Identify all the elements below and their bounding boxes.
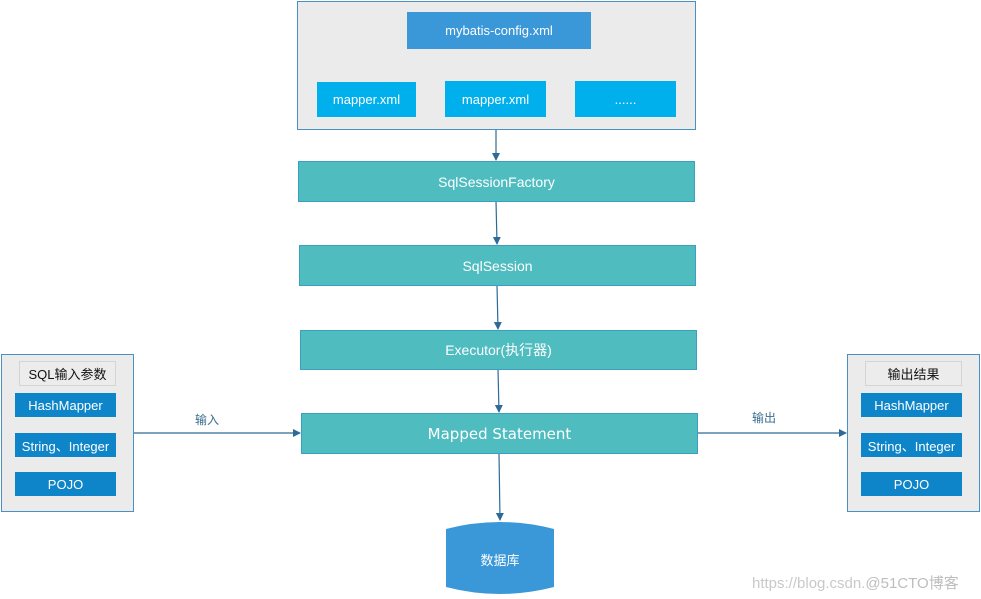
input-type-string-integer[interactable]: String、Integer <box>15 433 116 457</box>
watermark-site: @51CTO博客 <box>865 575 959 592</box>
sqlsessionfactory-box[interactable]: SqlSessionFactory <box>298 161 695 202</box>
sqlsession-box[interactable]: SqlSession <box>299 245 696 286</box>
output-type-string-integer[interactable]: String、Integer <box>861 433 962 457</box>
arrow-factory-to-session <box>492 200 501 245</box>
mapper-box-2[interactable]: mapper.xml <box>445 81 546 117</box>
executor-box[interactable]: Executor(执行器) <box>300 330 697 370</box>
output-title: 输出结果 <box>865 361 962 386</box>
input-type-pojo[interactable]: POJO <box>15 472 116 496</box>
output-arrow-label: 输出 <box>752 411 777 425</box>
mybatis-config-box[interactable]: mybatis-config.xml <box>407 12 591 49</box>
input-arrow-label: 输入 <box>195 413 220 427</box>
input-type-hashmapper[interactable]: HashMapper <box>15 393 116 417</box>
watermark-url: https://blog.csdn. <box>752 575 866 592</box>
output-type-hashmapper[interactable]: HashMapper <box>861 393 962 417</box>
arrow-session-to-executor <box>493 284 502 330</box>
watermark: https://blog.csdn.@51CTO博客 <box>752 572 959 593</box>
arrow-statement-to-database <box>495 452 504 521</box>
output-type-pojo[interactable]: POJO <box>861 472 962 496</box>
mapped-statement-box[interactable]: Mapped Statement <box>301 413 698 454</box>
mapper-box-1[interactable]: mapper.xml <box>317 82 416 117</box>
arrow-executor-to-statement <box>494 368 503 413</box>
database-label: 数据库 <box>480 552 520 568</box>
input-title: SQL输入参数 <box>19 361 116 386</box>
mapper-box-more[interactable]: ...... <box>575 81 676 117</box>
